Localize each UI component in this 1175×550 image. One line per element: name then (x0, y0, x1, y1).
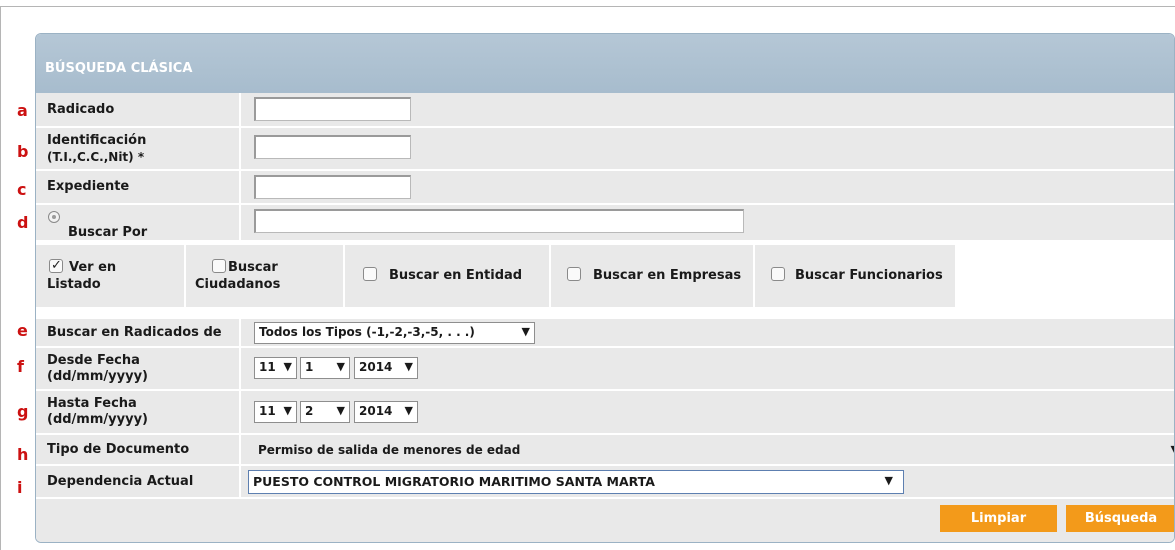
search-options: Ver en Listado Buscar Ciudadanos Buscar … (36, 245, 956, 307)
dependencia-value: PUESTO CONTROL MIGRATORIO MARITIMO SANTA… (253, 474, 655, 489)
option-buscar-entidad[interactable]: Buscar en Entidad (345, 245, 549, 307)
buscar-ciudadanos-label-1: Buscar (228, 260, 278, 275)
desde-label: Desde Fecha (47, 352, 140, 368)
hasta-year-select[interactable]: 2014 ▼ (354, 401, 418, 423)
buscar-entidad-checkbox[interactable] (363, 267, 377, 281)
chevron-down-icon: ▼ (336, 404, 345, 417)
buscar-funcionarios-checkbox[interactable] (771, 267, 785, 281)
search-button[interactable]: Búsqueda (1066, 505, 1174, 532)
chevron-down-icon: ▼ (336, 360, 345, 373)
chevron-down-icon: ▼ (283, 404, 292, 417)
option-ver-listado[interactable]: Ver en Listado (36, 245, 184, 307)
row-buscar-por: Buscar Por (36, 205, 1174, 241)
buscar-entidad-label: Buscar en Entidad (389, 268, 523, 283)
identificacion-input[interactable] (254, 135, 411, 159)
row-dependencia: Dependencia Actual PUESTO CONTROL MIGRAT… (36, 466, 1174, 498)
desde-sublabel: (dd/mm/yyyy) (47, 368, 148, 384)
buscar-ciudadanos-checkbox[interactable] (212, 259, 226, 273)
buscar-funcionarios-label: Buscar Funcionarios (795, 268, 943, 283)
clear-button[interactable]: Limpiar (940, 505, 1057, 532)
desde-day-value: 11 (259, 360, 276, 374)
marker-d: d (17, 213, 29, 232)
buscar-por-radio[interactable] (48, 211, 60, 223)
hasta-day-select[interactable]: 11 ▼ (254, 401, 297, 423)
radicados-de-label: Buscar en Radicados de (47, 324, 222, 340)
hasta-month-select[interactable]: 2 ▼ (300, 401, 350, 423)
radicado-input[interactable] (254, 97, 411, 121)
identificacion-label: Identificación (47, 132, 147, 148)
row-radicados-de: Buscar en Radicados de Todos los Tipos (… (36, 319, 1174, 347)
marker-c: c (17, 180, 27, 199)
buscar-por-input[interactable] (254, 209, 744, 233)
hasta-sublabel: (dd/mm/yyyy) (47, 412, 148, 427)
dependencia-label: Dependencia Actual (47, 473, 194, 489)
tipo-documento-value: Permiso de salida de menores de edad (258, 443, 521, 457)
chevron-down-icon: ▼ (521, 325, 530, 338)
row-expediente: Expediente (36, 171, 1174, 204)
frame-left-line (0, 6, 1, 550)
marker-e: e (17, 321, 28, 340)
dependencia-select[interactable]: PUESTO CONTROL MIGRATORIO MARITIMO SANTA… (248, 470, 904, 494)
row-identificacion: Identificación (T.I.,C.C.,Nit) * (36, 128, 1174, 170)
identificacion-sublabel: (T.I.,C.C.,Nit) * (47, 149, 145, 164)
desde-month-select[interactable]: 1 ▼ (300, 357, 350, 379)
chevron-down-icon: ▼ (404, 360, 413, 373)
chevron-down-icon: ▼ (1171, 443, 1174, 456)
expediente-input[interactable] (254, 175, 411, 199)
buscar-por-label: Buscar Por (68, 225, 148, 240)
frame-top-line (0, 6, 1175, 7)
option-buscar-empresas[interactable]: Buscar en Empresas (551, 245, 753, 307)
chevron-down-icon: ▼ (283, 360, 292, 373)
hasta-year-value: 2014 (359, 404, 393, 418)
row-radicado: Radicado (36, 93, 1174, 127)
desde-day-select[interactable]: 11 ▼ (254, 357, 297, 379)
ver-listado-label-1: Ver en (69, 260, 117, 275)
radicados-de-select[interactable]: Todos los Tipos (-1,-2,-3,-5, . . .) ▼ (254, 322, 535, 344)
expediente-label: Expediente (47, 179, 130, 194)
chevron-down-icon: ▼ (404, 404, 413, 417)
ver-listado-label-2: Listado (47, 277, 101, 292)
radicado-label: Radicado (47, 101, 115, 117)
option-buscar-funcionarios[interactable]: Buscar Funcionarios (755, 245, 955, 307)
hasta-month-value: 2 (305, 404, 314, 418)
ver-listado-checkbox[interactable] (49, 257, 63, 274)
desde-year-select[interactable]: 2014 ▼ (354, 357, 418, 379)
hasta-day-value: 11 (259, 404, 276, 418)
marker-f: f (17, 357, 24, 376)
chevron-down-icon: ▼ (884, 474, 893, 487)
desde-month-value: 1 (305, 360, 314, 374)
actions-bar: Limpiar Búsqueda (36, 499, 1174, 542)
marker-a: a (17, 101, 28, 120)
tipo-documento-select[interactable]: Permiso de salida de menores de edad ▼ (254, 439, 1174, 461)
row-hasta-fecha: Hasta Fecha (dd/mm/yyyy) 11 ▼ 2 ▼ 2014 ▼ (36, 391, 1174, 434)
search-panel: BÚSQUEDA CLÁSICA Radicado Identificación… (35, 33, 1175, 543)
radicados-de-value: Todos los Tipos (-1,-2,-3,-5, . . .) (259, 325, 475, 339)
panel-title: BÚSQUEDA CLÁSICA (36, 34, 1174, 93)
hasta-label: Hasta Fecha (47, 396, 137, 411)
desde-year-value: 2014 (359, 360, 393, 374)
option-buscar-ciudadanos[interactable]: Buscar Ciudadanos (186, 245, 343, 307)
marker-i: i (17, 478, 23, 497)
marker-b: b (17, 142, 29, 161)
buscar-ciudadanos-label-2: Ciudadanos (195, 277, 281, 292)
buscar-empresas-checkbox[interactable] (567, 267, 581, 281)
row-tipo-documento: Tipo de Documento Permiso de salida de m… (36, 435, 1174, 465)
marker-h: h (17, 445, 29, 464)
tipo-documento-label: Tipo de Documento (47, 441, 190, 457)
row-desde-fecha: Desde Fecha (dd/mm/yyyy) 11 ▼ 1 ▼ 2014 ▼ (36, 348, 1174, 390)
marker-g: g (17, 402, 29, 421)
buscar-empresas-label: Buscar en Empresas (593, 268, 742, 283)
